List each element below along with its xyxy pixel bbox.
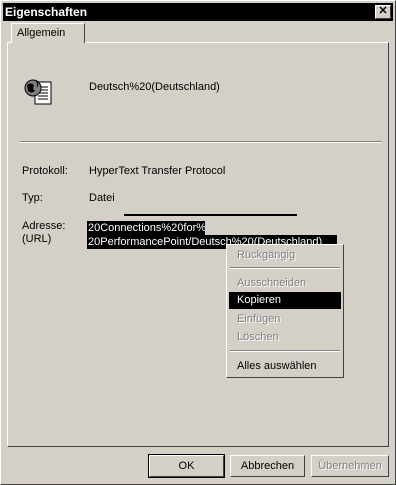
- title-bar[interactable]: Eigenschaften ✕: [3, 3, 393, 21]
- menu-item-select-all[interactable]: Alles auswählen: [229, 358, 341, 375]
- close-button[interactable]: ✕: [375, 5, 391, 19]
- tab-general-label: Allgemein: [17, 27, 66, 39]
- apply-button[interactable]: Übernehmen: [311, 455, 389, 477]
- menu-item-delete[interactable]: Löschen: [229, 329, 341, 346]
- context-menu: Rückgängig Ausschneiden Kopieren Einfüge…: [226, 244, 344, 378]
- separator: [20, 141, 382, 143]
- apply-button-label: Übernehmen: [318, 460, 382, 472]
- menu-separator: [230, 267, 340, 269]
- window-title: Eigenschaften: [5, 5, 88, 19]
- menu-item-undo[interactable]: Rückgängig: [229, 247, 341, 264]
- document-name: Deutsch%20(Deutschland): [89, 81, 220, 93]
- cancel-button[interactable]: Abbrechen: [230, 455, 305, 477]
- cancel-button-label: Abbrechen: [240, 460, 295, 472]
- ok-button[interactable]: OK: [148, 454, 225, 478]
- menu-separator: [230, 350, 340, 352]
- protocol-value: HyperText Transfer Protocol: [89, 165, 226, 177]
- protocol-label: Protokoll:: [22, 165, 68, 177]
- type-label: Typ:: [22, 192, 43, 204]
- close-icon: ✕: [378, 5, 388, 17]
- menu-item-cut[interactable]: Ausschneiden: [229, 275, 341, 292]
- properties-dialog: Eigenschaften ✕ Allgemein Deutsch%20(Deu…: [0, 0, 396, 485]
- address-selection-top: [124, 214, 297, 216]
- tab-general[interactable]: Allgemein: [11, 23, 85, 43]
- ok-button-label: OK: [178, 460, 195, 472]
- url-label: (URL): [22, 233, 52, 245]
- address-label: Adresse:: [22, 220, 66, 232]
- type-value: Datei: [89, 192, 115, 204]
- address-line-1[interactable]: 20Connections%20for%: [87, 221, 205, 235]
- document-globe-icon: [24, 79, 52, 105]
- menu-item-paste[interactable]: Einfügen: [229, 311, 341, 328]
- menu-item-copy[interactable]: Kopieren: [229, 292, 341, 309]
